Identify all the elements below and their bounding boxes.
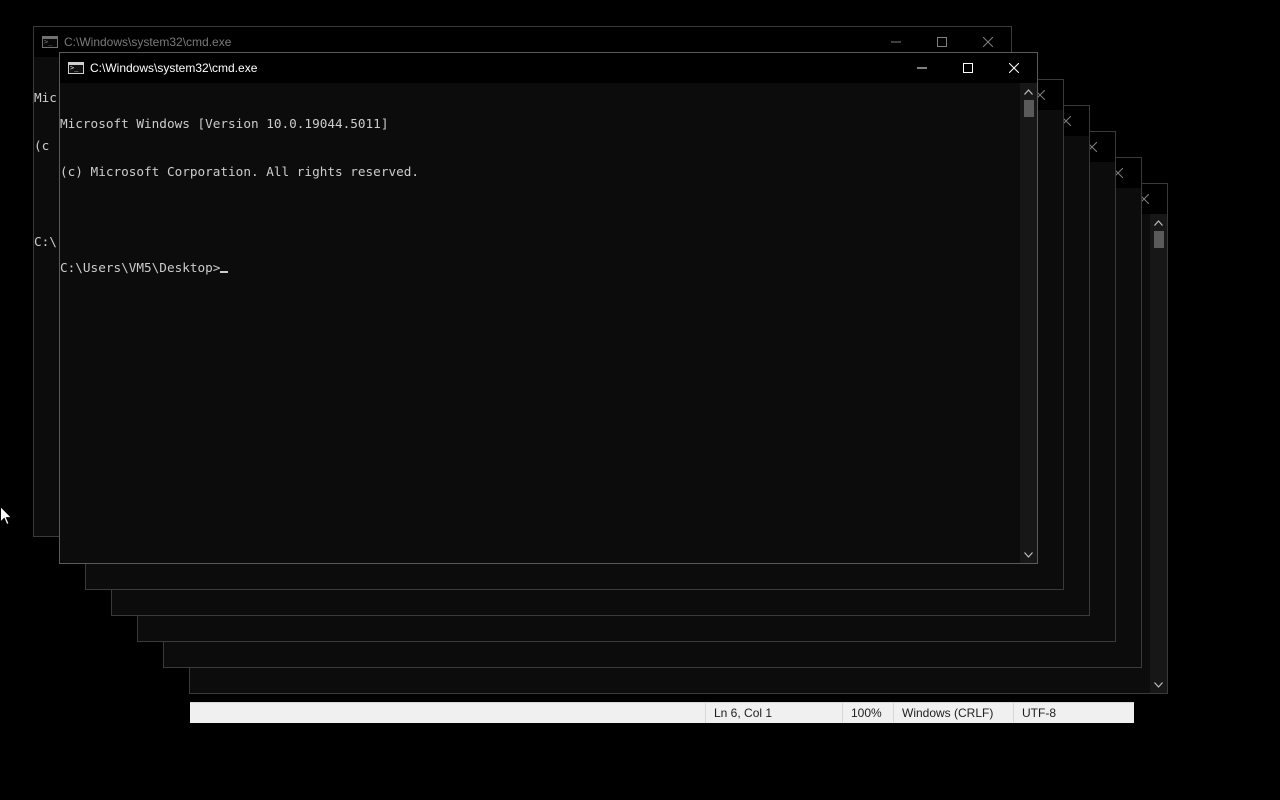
vertical-scrollbar[interactable] bbox=[1150, 214, 1167, 693]
zoom-level: 100% bbox=[842, 703, 893, 723]
command-prompt: C:\Users\VM5\Desktop> bbox=[60, 260, 221, 275]
scrollbar-thumb[interactable] bbox=[1154, 231, 1164, 248]
cmd-icon bbox=[68, 62, 84, 74]
command-prompt-line[interactable]: C:\Users\VM5\Desktop> bbox=[60, 260, 1020, 276]
chevron-up-icon bbox=[1154, 219, 1163, 226]
close-button[interactable] bbox=[991, 53, 1037, 83]
close-icon bbox=[983, 37, 993, 47]
encoding: UTF-8 bbox=[1013, 703, 1134, 723]
minimize-icon bbox=[891, 41, 901, 43]
window-title: C:\Windows\system32\cmd.exe bbox=[90, 61, 258, 75]
minimize-icon bbox=[917, 67, 927, 69]
scroll-up-button[interactable] bbox=[1150, 214, 1167, 231]
scroll-down-button[interactable] bbox=[1020, 546, 1037, 563]
chevron-down-icon bbox=[1024, 551, 1033, 558]
text-cursor bbox=[220, 271, 229, 273]
scroll-down-button[interactable] bbox=[1150, 676, 1167, 693]
cmd-window-active[interactable]: C:\Windows\system32\cmd.exe Microsoft Wi… bbox=[59, 52, 1038, 564]
minimize-button[interactable] bbox=[899, 53, 945, 83]
mouse-pointer-icon bbox=[0, 506, 12, 526]
console-output[interactable]: Microsoft Windows [Version 10.0.19044.50… bbox=[60, 84, 1020, 563]
console-line: (c) Microsoft Corporation. All rights re… bbox=[60, 164, 420, 179]
cmd-icon bbox=[42, 36, 58, 48]
window-title: C:\Windows\system32\cmd.exe bbox=[64, 35, 232, 49]
scrollbar-thumb[interactable] bbox=[1024, 100, 1034, 117]
cursor-position: Ln 6, Col 1 bbox=[705, 703, 842, 723]
line-ending: Windows (CRLF) bbox=[893, 703, 1013, 723]
maximize-button[interactable] bbox=[945, 53, 991, 83]
console-line: Microsoft Windows [Version 10.0.19044.50… bbox=[60, 116, 389, 131]
scroll-up-button[interactable] bbox=[1020, 83, 1037, 100]
maximize-icon bbox=[963, 63, 973, 73]
editor-status-bar: Ln 6, Col 1 100% Windows (CRLF) UTF-8 bbox=[190, 702, 1134, 723]
chevron-up-icon bbox=[1024, 88, 1033, 95]
cmd-window-active-titlebar[interactable]: C:\Windows\system32\cmd.exe bbox=[60, 53, 1037, 83]
chevron-down-icon bbox=[1154, 681, 1163, 688]
close-icon bbox=[1009, 63, 1019, 73]
vertical-scrollbar[interactable] bbox=[1020, 83, 1037, 563]
maximize-icon bbox=[937, 37, 947, 47]
